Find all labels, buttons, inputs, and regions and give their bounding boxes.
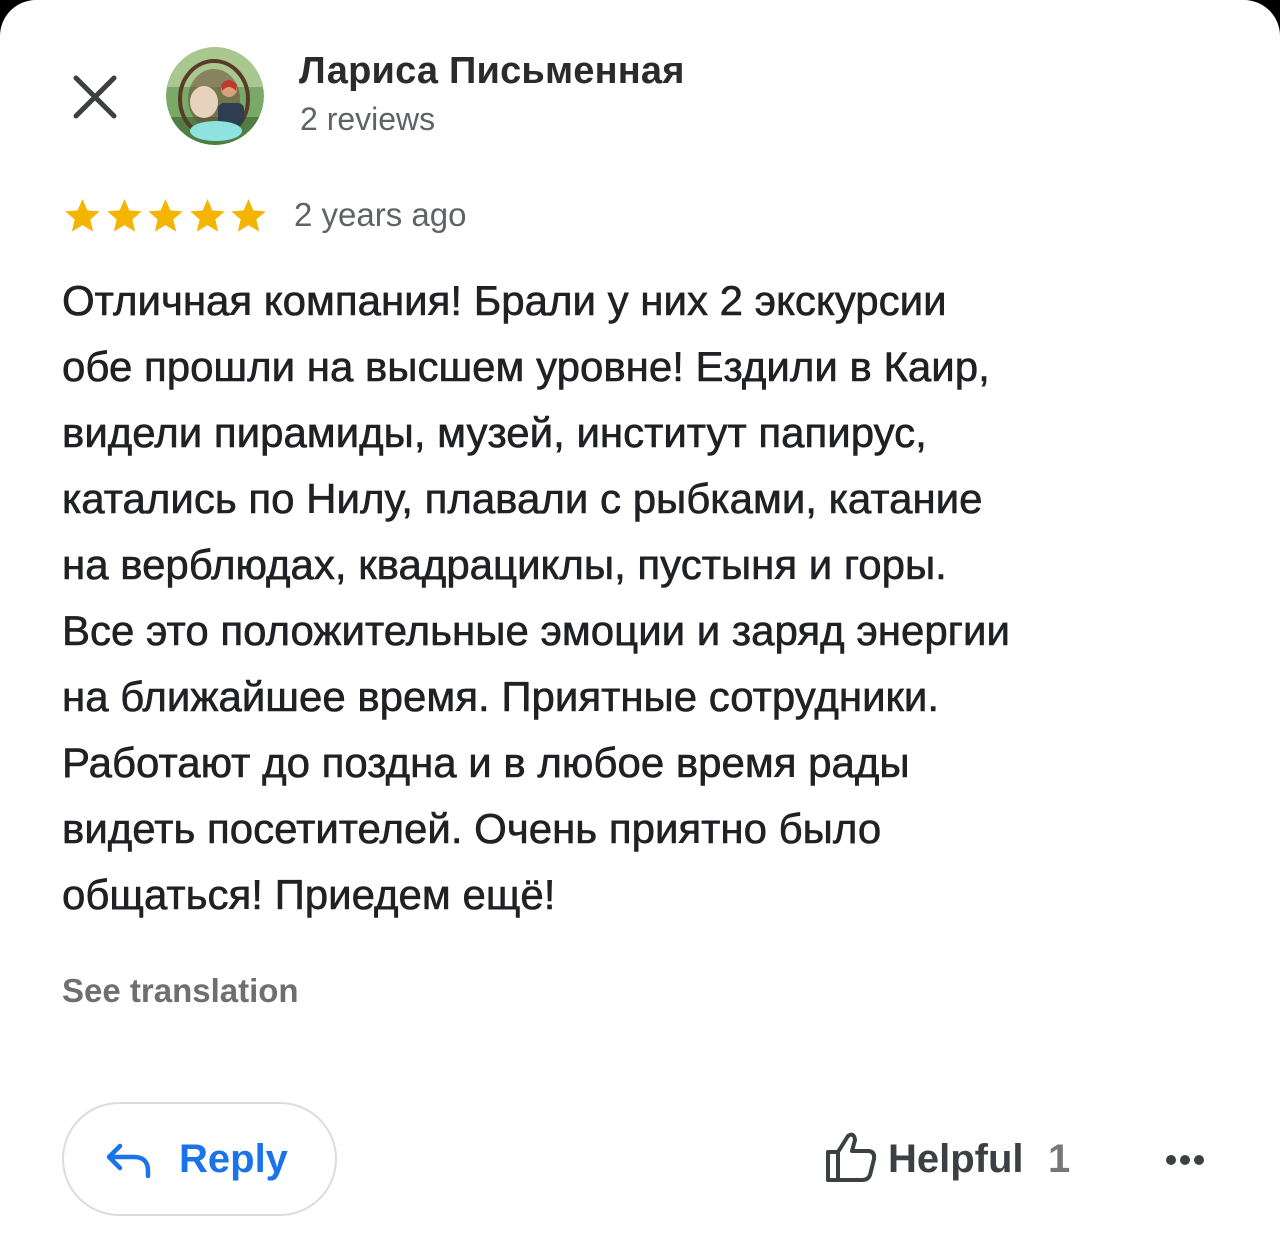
thumb-up-icon [826,1132,877,1182]
author-avatar[interactable] [166,47,264,145]
close-icon [73,75,117,119]
review-text-line: общаться! Приедем ещё! [62,871,556,919]
review-text-line: видели пирамиды, музей, институт папирус… [62,409,927,457]
reply-label: Reply [179,1137,288,1181]
star-icon [65,199,100,232]
author-reviews-count: 2 reviews [300,101,436,137]
review-text-line: Отличная компания! Брали у них 2 экскурс… [62,277,947,325]
review-text-line: обе прошли на высшем уровне! Ездили в Ка… [62,343,990,391]
helpful-count: 1 [1048,1137,1071,1181]
star-icon [189,199,225,232]
review-text-line: катались по Нилу, плавали с рыбками, кат… [62,475,983,523]
review-text-line: Все это положительные эмоции и заряд эне… [62,607,1011,655]
star-icon [106,199,142,232]
star-rating [62,196,270,240]
see-translation-link[interactable]: See translation [62,972,299,1010]
helpful-label: Helpful [888,1137,1024,1181]
review-text-line: на верблюдах, квадрациклы, пустыня и гор… [62,541,947,589]
review-text-line: видеть посетителей. Очень приятно было [62,805,882,853]
more-horizontal-icon [1166,1155,1204,1165]
review-text-line: на ближайшее время. Приятные сотрудники. [62,673,940,721]
review-dialog: Лариса Письменная 2 reviews 2 years ago … [0,0,1280,1248]
star-icon [231,199,266,232]
reply-arrow-icon [106,1143,151,1179]
more-options-button[interactable] [1160,1140,1210,1180]
star-icon [148,199,183,232]
author-name[interactable]: Лариса Письменная [299,50,685,93]
close-button[interactable] [64,66,126,128]
review-text-line: Работают до поздна и в любое время рады [62,739,910,787]
reply-button[interactable]: Reply [62,1102,337,1216]
review-text: Отличная компания! Брали у них 2 экскурс… [62,268,1242,928]
review-time: 2 years ago [294,196,467,233]
